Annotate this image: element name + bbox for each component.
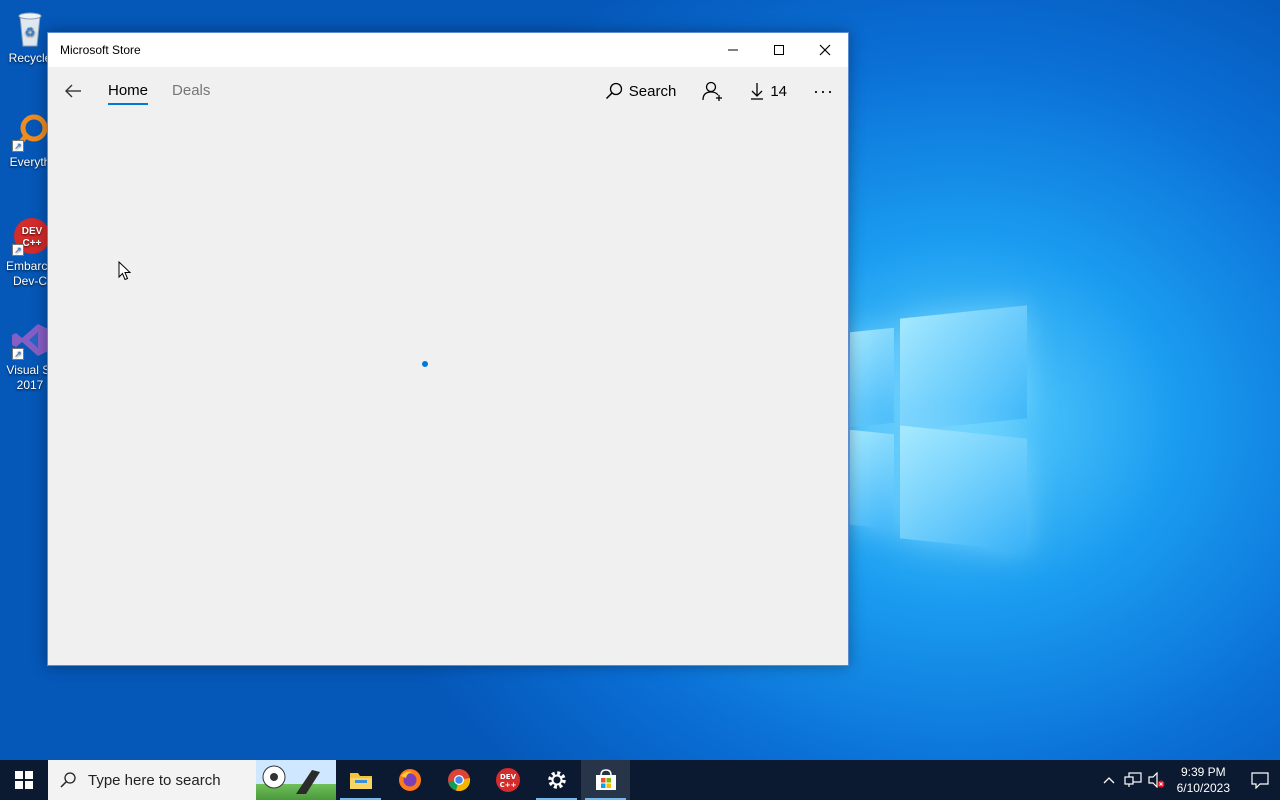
chrome-icon: [447, 769, 470, 792]
search-placeholder: Type here to search: [88, 771, 221, 789]
taskbar-file-explorer[interactable]: [336, 760, 385, 800]
notification-icon: [1251, 772, 1269, 789]
search-label: Search: [628, 82, 677, 100]
downloads-count: 14: [770, 82, 788, 100]
taskbar-chrome[interactable]: [434, 760, 483, 800]
maximize-icon: [774, 45, 784, 55]
folder-icon: [349, 773, 372, 789]
firefox-icon: [398, 769, 421, 791]
minimize-button[interactable]: [710, 33, 756, 67]
window-title: Microsoft Store: [60, 43, 141, 57]
network-icon: [1124, 772, 1142, 787]
store-content-area: [48, 115, 848, 665]
svg-text:DEV: DEV: [499, 773, 516, 781]
microsoft-store-window: Microsoft Store Home Deals Search 14 ···: [47, 32, 849, 666]
visual-studio-icon: ↗: [10, 320, 50, 360]
windows-start-icon: [15, 771, 33, 789]
taskbar-settings[interactable]: [532, 760, 581, 800]
svg-text:C++: C++: [499, 781, 516, 789]
mouse-cursor-icon: [118, 261, 132, 281]
volume-muted-icon: [1148, 772, 1165, 788]
more-icon: ···: [813, 80, 834, 101]
everything-search-icon: ↗: [10, 112, 50, 152]
close-button[interactable]: [802, 33, 848, 67]
show-hidden-icons-button[interactable]: [1097, 760, 1121, 800]
tab-deals[interactable]: Deals: [172, 78, 210, 105]
downloads-button[interactable]: 14: [750, 82, 787, 100]
clock-date: 6/10/2023: [1176, 781, 1230, 795]
taskbar-microsoft-store[interactable]: [581, 760, 630, 800]
more-options-button[interactable]: ···: [813, 81, 834, 102]
taskbar: Type here to search DEV C++ 9:39 PM 6/10/…: [0, 760, 1280, 800]
system-tray: 9:39 PM 6/10/2023: [1097, 760, 1280, 800]
windows-wallpaper-logo: [850, 300, 1040, 560]
action-center-button[interactable]: [1240, 760, 1280, 800]
devcpp-icon: DEVC++: [495, 768, 520, 792]
taskbar-search-box[interactable]: Type here to search: [48, 760, 336, 800]
devcpp-icon: DEV C++ ↗: [10, 216, 50, 256]
loading-spinner: [422, 361, 428, 367]
back-button[interactable]: [48, 67, 98, 115]
search-icon: [48, 772, 88, 788]
svg-text:C++: C++: [23, 238, 42, 249]
svg-text:DEV: DEV: [22, 226, 43, 237]
taskbar-firefox[interactable]: [385, 760, 434, 800]
minimize-icon: [728, 49, 738, 51]
account-button[interactable]: [702, 81, 724, 101]
search-button[interactable]: Search: [605, 82, 677, 100]
maximize-button[interactable]: [756, 33, 802, 67]
taskbar-dev-cpp[interactable]: DEV C++: [483, 760, 532, 800]
chevron-up-icon: [1103, 777, 1115, 784]
network-button[interactable]: [1121, 760, 1145, 800]
start-button[interactable]: [0, 760, 48, 800]
store-nav-bar: Home Deals Search 14 ···: [48, 67, 848, 115]
download-icon: [751, 83, 764, 100]
store-bag-icon: [595, 769, 616, 790]
back-arrow-icon: [65, 84, 81, 98]
svg-text:♻: ♻: [25, 25, 36, 39]
taskbar-clock[interactable]: 9:39 PM 6/10/2023: [1169, 764, 1240, 796]
close-icon: [819, 44, 831, 56]
gear-icon: [547, 771, 566, 789]
search-highlight-image: [256, 760, 336, 800]
clock-time: 9:39 PM: [1180, 765, 1226, 779]
search-icon: [605, 82, 622, 100]
add-user-icon: [702, 81, 723, 101]
recycle-bin-icon: ♻: [10, 8, 50, 48]
tab-home[interactable]: Home: [108, 78, 149, 105]
title-bar[interactable]: Microsoft Store: [48, 33, 848, 67]
volume-button[interactable]: [1145, 760, 1169, 800]
